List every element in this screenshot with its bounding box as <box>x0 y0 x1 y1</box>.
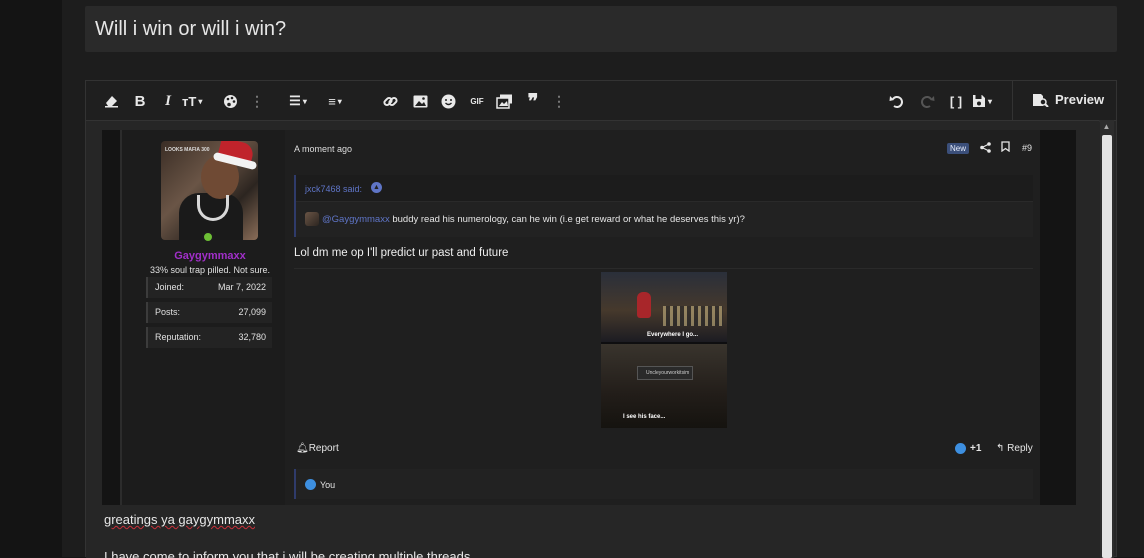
toolbar-divider <box>1012 81 1013 121</box>
report-button[interactable]: 🔔︎Report <box>296 443 339 454</box>
avatar[interactable]: LOOKS MAFIA 300 <box>161 141 258 240</box>
like-reaction-icon <box>305 479 316 490</box>
meme-caption-bottom: I see his face... <box>623 414 666 420</box>
link-icon[interactable] <box>381 90 399 112</box>
reply-arrow-icon: ↰ <box>996 443 1005 454</box>
page: Will i win or will i win? B I тT ▾ ⋮ ☰ ▾ ≡… <box>62 0 1144 558</box>
new-badge: New <box>947 143 970 154</box>
editor-content[interactable]: LOOKS MAFIA 300 Gaygymmaxx 33% soul trap… <box>86 122 1100 558</box>
post-message: A moment ago New #9 jxck7468 said: ▲ @Ga… <box>285 130 1040 505</box>
share-icon[interactable] <box>980 142 991 156</box>
reactions-by[interactable]: You <box>320 480 335 490</box>
quote-text: buddy read his numerology, can he win (i… <box>389 213 745 225</box>
embedded-post-image: LOOKS MAFIA 300 Gaygymmaxx 33% soul trap… <box>102 130 1076 505</box>
forum-post: LOOKS MAFIA 300 Gaygymmaxx 33% soul trap… <box>120 130 1040 505</box>
image-icon[interactable] <box>411 90 429 112</box>
preview-label: Preview <box>1055 92 1105 107</box>
preview-icon <box>1033 93 1049 107</box>
scrollbar-thumb[interactable] <box>1102 135 1112 558</box>
username[interactable]: Gaygymmaxx <box>122 250 298 262</box>
list-icon[interactable]: ☰ ▾ <box>289 90 307 112</box>
left-gutter <box>0 0 62 557</box>
like-reaction-icon <box>955 443 966 454</box>
jump-to-quote-icon[interactable]: ▲ <box>371 182 382 193</box>
quote-body: @Gaygymmaxx buddy read his numerology, c… <box>305 212 745 226</box>
eraser-icon[interactable] <box>102 90 120 112</box>
meme-panel-bottom: Uncleyourworkitsim I see his face... <box>601 344 727 428</box>
quote-header: jxck7468 said: ▲ <box>296 175 1033 202</box>
post-timestamp[interactable]: A moment ago <box>294 144 352 154</box>
like-count[interactable]: +1 <box>955 443 981 454</box>
thread-title-field[interactable]: Will i win or will i win? <box>85 6 1117 52</box>
quote-icon[interactable]: ❞ <box>524 90 542 113</box>
smiley-icon[interactable] <box>439 90 457 112</box>
online-status-icon <box>202 231 214 243</box>
undo-icon[interactable] <box>888 90 906 112</box>
gif-icon[interactable]: GIF <box>468 90 486 112</box>
mention-link[interactable]: @Gaygymmaxx <box>322 214 390 225</box>
meme-caption-top: Everywhere I go... <box>647 332 699 338</box>
message-divider <box>294 268 1033 269</box>
palette-icon[interactable] <box>221 90 239 112</box>
text-size-icon[interactable]: тT ▾ <box>182 90 202 112</box>
reactions-bar: You <box>294 469 1033 499</box>
reply-button[interactable]: ↰ Reply <box>996 443 1033 454</box>
scroll-up-arrow-icon[interactable]: ▲ <box>1101 121 1112 133</box>
bold-icon[interactable]: B <box>131 90 149 112</box>
meme-panel-top: Everywhere I go... <box>601 272 727 342</box>
post-number[interactable]: #9 <box>1022 143 1032 153</box>
toggle-bbcode-icon[interactable]: [ ] <box>947 90 965 112</box>
save-draft-icon[interactable]: ▾ <box>972 90 992 112</box>
bookmark-icon[interactable] <box>1001 141 1010 155</box>
meme-image[interactable]: Everywhere I go... Uncleyourworkitsim I … <box>601 272 727 428</box>
meme-card: Uncleyourworkitsim <box>637 366 693 380</box>
align-icon[interactable]: ≡ ▾ <box>326 90 344 112</box>
user-stat-reputation: Reputation: 32,780 <box>146 327 272 348</box>
avatar-caption: LOOKS MAFIA 300 <box>165 147 210 153</box>
editor-line-greeting: greatings ya gaygymmaxx <box>104 512 256 527</box>
rich-text-editor[interactable]: B I тT ▾ ⋮ ☰ ▾ ≡ ▾ GIF ❞ ⋮ [] ▾ Preview… <box>85 80 1117 558</box>
user-stat-joined: Joined: Mar 7, 2022 <box>146 277 272 298</box>
user-title: 33% soul trap pilled. Not sure. <box>149 265 271 275</box>
quote-author[interactable]: jxck7468 said: <box>305 184 362 194</box>
mini-avatar <box>305 212 319 226</box>
user-stat-posts: Posts: 27,099 <box>146 302 272 323</box>
message-text: Lol dm me op I'll predict ur past and fu… <box>294 247 509 259</box>
italic-icon[interactable]: I <box>159 90 177 112</box>
post-user-column: LOOKS MAFIA 300 Gaygymmaxx 33% soul trap… <box>122 130 285 505</box>
media-icon[interactable] <box>495 90 513 112</box>
more-insert-icon[interactable]: ⋮ <box>550 90 568 112</box>
redo-icon[interactable] <box>918 90 936 112</box>
thread-title: Will i win or will i win? <box>95 18 287 40</box>
quote-block: jxck7468 said: ▲ @Gaygymmaxx buddy read … <box>294 175 1033 237</box>
more-options-icon[interactable]: ⋮ <box>248 90 266 112</box>
editor-toolbar: B I тT ▾ ⋮ ☰ ▾ ≡ ▾ GIF ❞ ⋮ [] ▾ Preview <box>86 81 1116 121</box>
preview-button[interactable]: Preview <box>1032 92 1104 107</box>
bell-icon: 🔔︎ <box>296 443 309 454</box>
